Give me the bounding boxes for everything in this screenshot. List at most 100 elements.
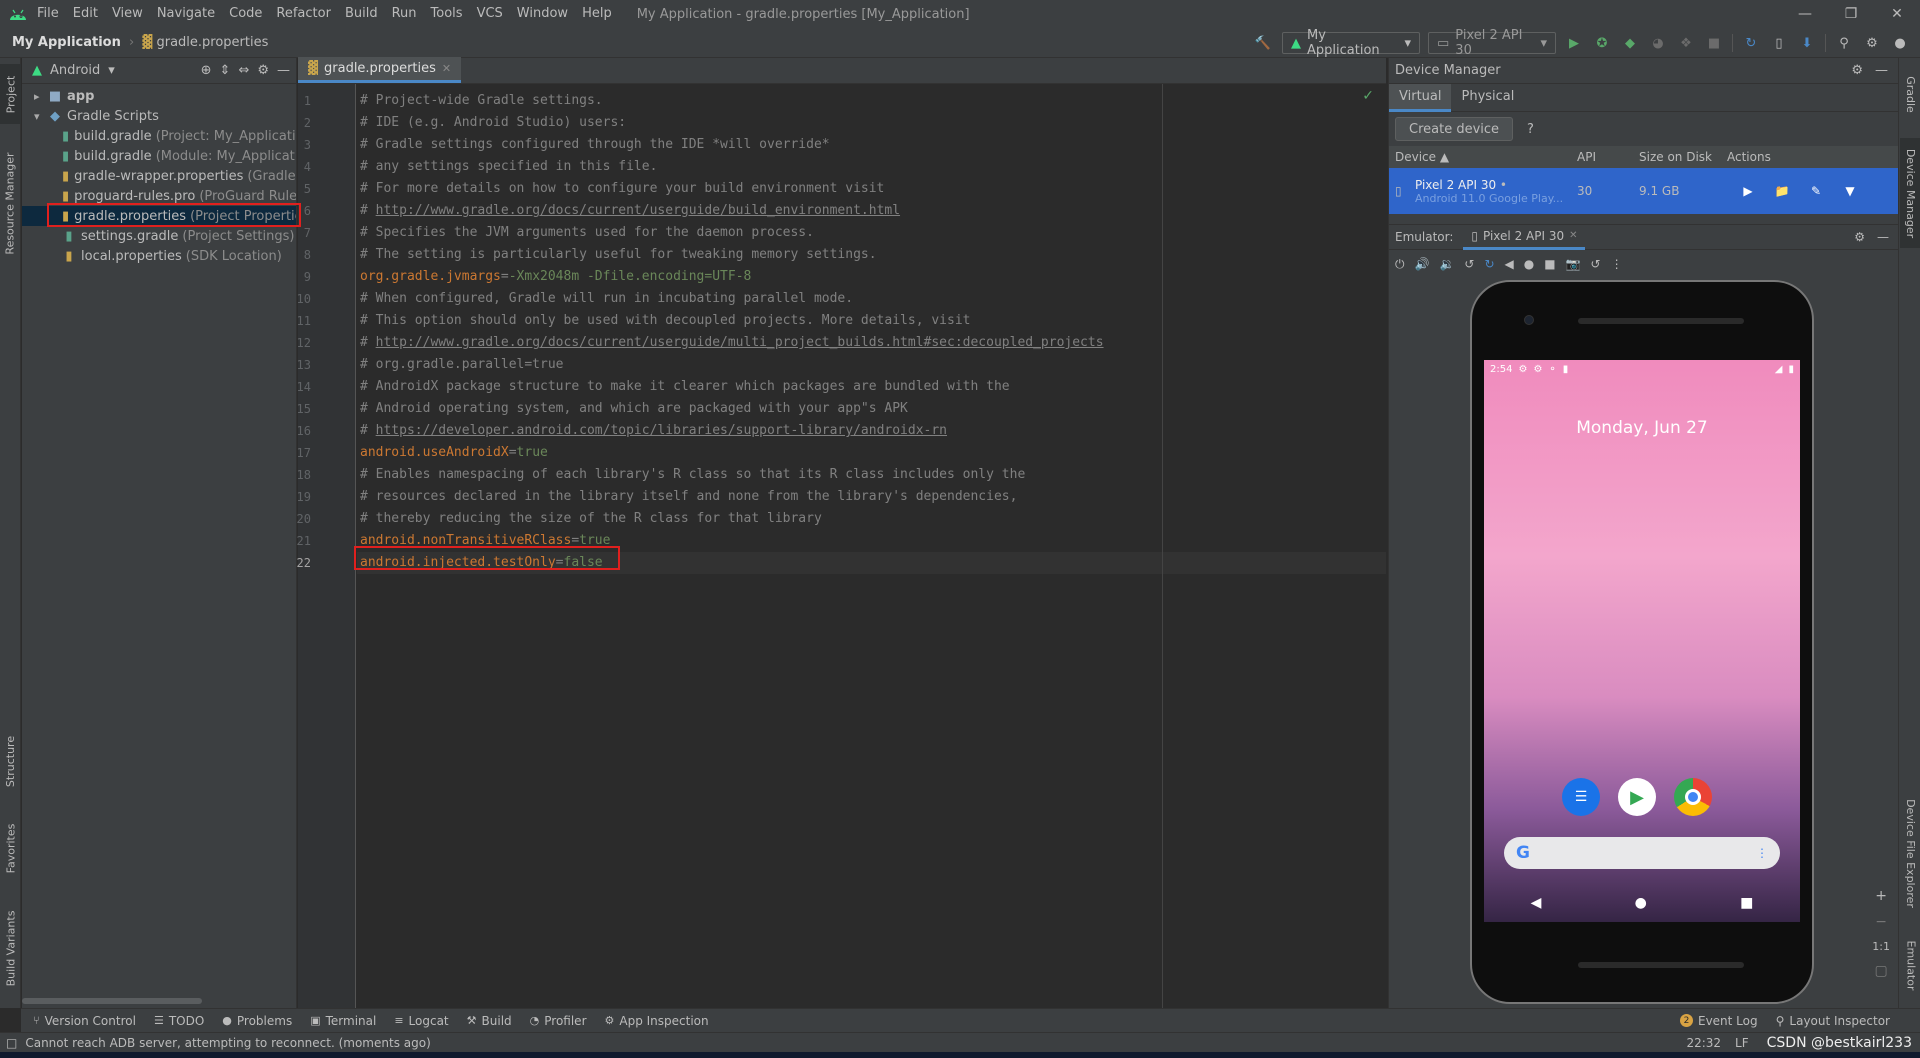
status-message[interactable]: Cannot reach ADB server, attempting to r… <box>25 1036 430 1050</box>
editor-tab-gradle-properties[interactable]: ▓ gradle.properties ✕ <box>298 57 462 83</box>
tree-item[interactable]: ▾ ◆ Gradle Scripts <box>22 106 296 126</box>
menu-file[interactable]: File <box>30 0 66 28</box>
device-file-explorer-tool-tab[interactable]: Device File Explorer <box>1900 788 1920 918</box>
nav-recents-icon[interactable]: ■ <box>1740 895 1753 911</box>
rotate-right-icon[interactable]: ↻ <box>1484 257 1494 271</box>
volume-down-icon[interactable]: 🔉 <box>1439 257 1454 271</box>
device-dropdown[interactable]: ▭ Pixel 2 API 30 ▾ <box>1428 28 1556 58</box>
tree-item[interactable]: ▮build.gradle(Project: My_Application) <box>22 126 296 146</box>
bottom-tab-todo[interactable]: ☰ TODO <box>154 1014 204 1028</box>
line-separator[interactable]: LF <box>1735 1036 1749 1050</box>
emulator-tool-tab[interactable]: Emulator <box>1900 930 1920 1000</box>
code-line[interactable]: # resources declared in the library itse… <box>360 486 1017 508</box>
locate-file-icon[interactable]: ⊕ <box>201 63 212 78</box>
folder-icon[interactable]: 📁 <box>1765 184 1799 198</box>
screenshot-icon[interactable]: 📷 <box>1566 257 1581 271</box>
more-options-icon[interactable]: ⋮ <box>1611 257 1623 271</box>
chevron-right-icon[interactable]: ▸ <box>34 90 48 103</box>
expand-all-icon[interactable]: ⇕ <box>220 63 231 78</box>
google-search-bar[interactable]: G ⋮ <box>1504 837 1780 869</box>
code-line[interactable]: org.gradle.jvmargs=-Xmx2048m -Dfile.enco… <box>360 266 751 288</box>
resource-manager-tool-tab[interactable]: Resource Manager <box>0 138 21 268</box>
code-url-link[interactable]: http://www.gradle.org/docs/current/userg… <box>376 203 900 218</box>
code-url-link[interactable]: https://developer.android.com/topic/libr… <box>376 423 947 438</box>
hide-panel-icon[interactable]: — <box>1875 63 1888 78</box>
maximize-button[interactable]: ❐ <box>1828 0 1874 28</box>
code-line[interactable]: # any settings specified in this file. <box>360 156 657 178</box>
tree-item[interactable]: ▮ proguard-rules.pro (ProGuard Rules <box>22 186 296 206</box>
create-device-button[interactable]: Create device <box>1395 117 1514 141</box>
structure-tool-tab[interactable]: Structure <box>0 726 21 796</box>
chrome-app-icon[interactable] <box>1674 778 1712 816</box>
breadcrumb-file[interactable]: gradle.properties <box>156 35 268 50</box>
code-line[interactable]: # AndroidX package structure to make it … <box>360 376 1010 398</box>
close-tab-icon[interactable]: ✕ <box>1569 230 1577 241</box>
close-button[interactable]: ✕ <box>1874 0 1920 28</box>
make-project-hammer-icon[interactable]: 🔨 <box>1252 32 1274 54</box>
code-line[interactable]: # https://developer.android.com/topic/li… <box>360 420 947 442</box>
hide-panel-icon[interactable]: — <box>277 63 290 78</box>
home-icon[interactable]: ● <box>1524 257 1534 271</box>
column-header-actions[interactable]: Actions <box>1721 150 1771 164</box>
menu-vcs[interactable]: VCS <box>470 0 510 28</box>
chevron-down-icon[interactable]: ▾ <box>34 110 48 123</box>
bottom-tab-version-control[interactable]: ⑂ Version Control <box>33 1014 136 1028</box>
project-tool-tab[interactable]: Project <box>0 64 21 124</box>
build-variants-tool-tab[interactable]: Build Variants <box>0 898 21 998</box>
device-row[interactable]: ▯ Pixel 2 API 30 • Android 11.0 Google P… <box>1389 168 1898 214</box>
tree-item[interactable]: ▮ local.properties (SDK Location) <box>22 246 296 266</box>
code-line[interactable]: # For more details on how to configure y… <box>360 178 884 200</box>
menu-code[interactable]: Code <box>222 0 269 28</box>
emulator-tab[interactable]: ▯ Pixel 2 API 30 ✕ <box>1463 224 1586 250</box>
attach-debugger-icon[interactable]: ❖ <box>1676 32 1696 54</box>
menu-tools[interactable]: Tools <box>424 0 470 28</box>
zoom-actual-size-button[interactable]: 1:1 <box>1872 940 1890 953</box>
assistant-icon[interactable]: ⋮ <box>1756 846 1768 860</box>
bottom-tab-app-inspection[interactable]: ⚙ App Inspection <box>605 1014 709 1028</box>
code-line[interactable]: # http://www.gradle.org/docs/current/use… <box>360 332 1104 354</box>
device-manager-tool-tab[interactable]: Device Manager <box>1900 138 1920 248</box>
device-screen[interactable]: 2:54 ⚙ ⚙ ⚬ ▮ ◢ ▮ Monday, Jun 27 ☰ ▶ G ⋮ … <box>1484 360 1800 922</box>
collapse-all-icon[interactable]: ⇔ <box>238 63 249 78</box>
tab-physical[interactable]: Physical <box>1451 84 1524 112</box>
code-line[interactable]: # When configured, Gradle will run in in… <box>360 288 853 310</box>
overview-icon[interactable]: ■ <box>1544 257 1555 271</box>
chevron-down-icon[interactable]: ▾ <box>108 63 115 78</box>
minimize-button[interactable]: — <box>1782 0 1828 28</box>
layout-inspector-tab[interactable]: ⚲ Layout Inspector <box>1776 1014 1890 1028</box>
rotate-left-icon[interactable]: ↺ <box>1464 257 1474 271</box>
project-view-selector[interactable]: Android <box>50 63 100 78</box>
run-config-dropdown[interactable]: ▲ My Application ▾ <box>1282 28 1420 58</box>
user-icon[interactable]: ● <box>1890 32 1910 54</box>
run-icon[interactable]: ▶ <box>1564 32 1584 54</box>
tree-item[interactable]: ▸ ■ app <box>22 86 296 106</box>
gradle-tool-tab[interactable]: Gradle <box>1900 64 1920 124</box>
tab-virtual[interactable]: Virtual <box>1389 83 1452 112</box>
snapshot-icon[interactable]: ↺ <box>1591 257 1601 271</box>
code-line[interactable]: # Android operating system, and which ar… <box>360 398 908 420</box>
tree-item[interactable]: ▮ settings.gradle (Project Settings) <box>22 226 296 246</box>
code-url-link[interactable]: http://www.gradle.org/docs/current/userg… <box>376 335 1104 350</box>
code-line[interactable]: # Project-wide Gradle settings. <box>360 90 603 112</box>
code-line[interactable]: android.useAndroidX=true <box>360 442 548 464</box>
code-content[interactable]: # Project-wide Gradle settings. # IDE (e.… <box>298 84 1386 1008</box>
zoom-in-icon[interactable]: + <box>1875 888 1887 904</box>
run-with-coverage-icon[interactable]: ◆ <box>1620 32 1640 54</box>
code-line[interactable]: # Specifies the JVM arguments used for t… <box>360 222 814 244</box>
gear-icon[interactable]: ⚙ <box>1851 63 1863 78</box>
bottom-tab-problems[interactable]: ● Problems <box>222 1014 292 1028</box>
volume-up-icon[interactable]: 🔊 <box>1415 257 1430 271</box>
menu-build[interactable]: Build <box>338 0 385 28</box>
code-line[interactable]: # Gradle settings configured through the… <box>360 134 830 156</box>
bottom-tab-terminal[interactable]: ▣ Terminal <box>310 1014 376 1028</box>
gear-icon[interactable]: ⚙ <box>1854 230 1865 244</box>
menu-navigate[interactable]: Navigate <box>150 0 222 28</box>
help-button[interactable]: ? <box>1527 122 1534 137</box>
play-store-app-icon[interactable]: ▶ <box>1618 778 1656 816</box>
code-line[interactable]: # This option should only be used with d… <box>360 310 970 332</box>
bottom-tab-logcat[interactable]: ≡ Logcat <box>394 1014 448 1028</box>
column-header-api[interactable]: API <box>1569 150 1631 164</box>
sync-gradle-icon[interactable]: ↻ <box>1741 32 1761 54</box>
launch-device-icon[interactable]: ▶ <box>1731 184 1765 198</box>
menu-run[interactable]: Run <box>385 0 424 28</box>
